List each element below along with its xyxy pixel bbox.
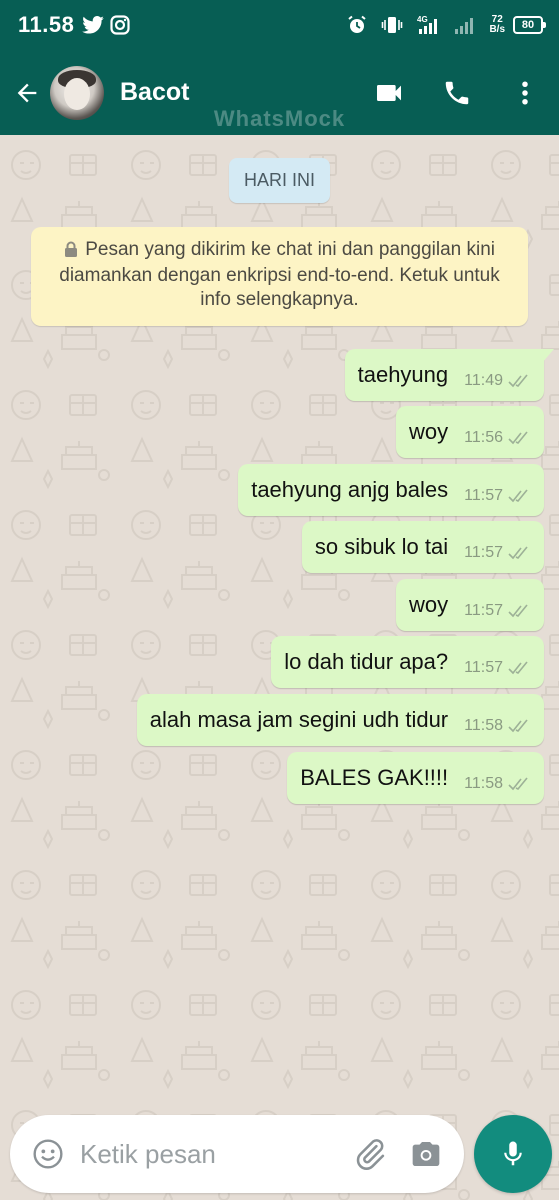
message-bubble[interactable]: BALES GAK!!!! 11:58 xyxy=(287,752,544,804)
voice-call-icon xyxy=(445,81,469,104)
double-check-icon xyxy=(508,431,528,445)
encryption-notice-text: Pesan yang dikirim ke chat ini dan pangg… xyxy=(59,239,500,310)
signal-icon xyxy=(453,15,475,35)
message-bubble[interactable]: so sibuk lo tai 11:57 xyxy=(301,521,544,573)
battery-indicator: 80 xyxy=(513,16,546,34)
contact-name[interactable]: Bacot xyxy=(120,78,189,107)
message-bubble[interactable]: woy 11:57 xyxy=(396,579,544,631)
more-vert-icon xyxy=(522,81,528,104)
voice-record-button[interactable] xyxy=(474,1115,552,1193)
message-bubble[interactable]: taehyung anjg bales 11:57 xyxy=(238,464,544,516)
double-check-icon xyxy=(508,546,528,560)
instagram-icon xyxy=(110,15,130,35)
mic-icon xyxy=(504,1141,522,1166)
double-check-icon xyxy=(508,719,528,733)
double-check-icon xyxy=(508,489,528,503)
encryption-notice[interactable]: Pesan yang dikirim ke chat ini dan pangg… xyxy=(31,227,528,326)
message-time: 11:58 xyxy=(464,775,503,792)
message-composer[interactable]: Ketik pesan xyxy=(10,1115,464,1193)
lock-icon xyxy=(64,240,78,264)
message-bubble[interactable]: woy 11:56 xyxy=(396,406,544,458)
double-check-icon xyxy=(508,374,528,388)
arrow-left-icon xyxy=(17,83,37,102)
message-text: taehyung anjg bales xyxy=(251,477,449,502)
double-check-icon xyxy=(508,661,528,675)
status-time: 11.58 xyxy=(18,12,75,37)
message-time: 11:57 xyxy=(464,544,503,561)
message-bubble[interactable]: alah masa jam segini udh tidur 11:58 xyxy=(136,694,544,746)
message-text: taehyung xyxy=(357,362,449,387)
date-chip: HARI INI xyxy=(229,158,330,203)
watermark: WhatsMock xyxy=(213,106,346,131)
message-time: 11:56 xyxy=(464,429,503,446)
message-text: woy xyxy=(409,419,449,444)
message-bubble[interactable]: lo dah tidur apa? 11:57 xyxy=(271,636,544,688)
signal-4g-icon: 4G xyxy=(417,14,439,36)
message-text: lo dah tidur apa? xyxy=(284,649,449,674)
twitter-icon xyxy=(82,16,105,34)
attach-icon[interactable] xyxy=(348,1132,392,1176)
net-speed: 72 B/s xyxy=(489,14,505,35)
message-time: 11:49 xyxy=(464,372,503,389)
message-bubble[interactable]: taehyung 11:49 xyxy=(344,349,555,401)
double-check-icon xyxy=(508,604,528,618)
message-text: alah masa jam segini udh tidur xyxy=(149,707,449,732)
message-text: woy xyxy=(409,592,449,617)
message-text: so sibuk lo tai xyxy=(314,534,449,559)
emoji-icon[interactable] xyxy=(26,1132,70,1176)
message-text: BALES GAK!!!! xyxy=(300,765,449,790)
camera-icon[interactable] xyxy=(404,1132,448,1176)
message-time: 11:58 xyxy=(464,717,503,734)
chat-area[interactable]: HARI INI Pesan yang dikirim ke chat ini … xyxy=(0,135,559,1200)
message-input[interactable]: Ketik pesan xyxy=(80,1139,348,1170)
vibrate-icon xyxy=(381,15,403,35)
double-check-icon xyxy=(508,777,528,791)
video-call-icon xyxy=(377,84,401,101)
alarm-icon xyxy=(347,15,367,35)
status-bar: 11.58 4G 72 B/s 80 xyxy=(0,0,559,50)
message-time: 11:57 xyxy=(464,487,503,504)
svg-text:4G: 4G xyxy=(417,15,428,24)
message-time: 11:57 xyxy=(464,602,503,619)
message-time: 11:57 xyxy=(464,659,503,676)
